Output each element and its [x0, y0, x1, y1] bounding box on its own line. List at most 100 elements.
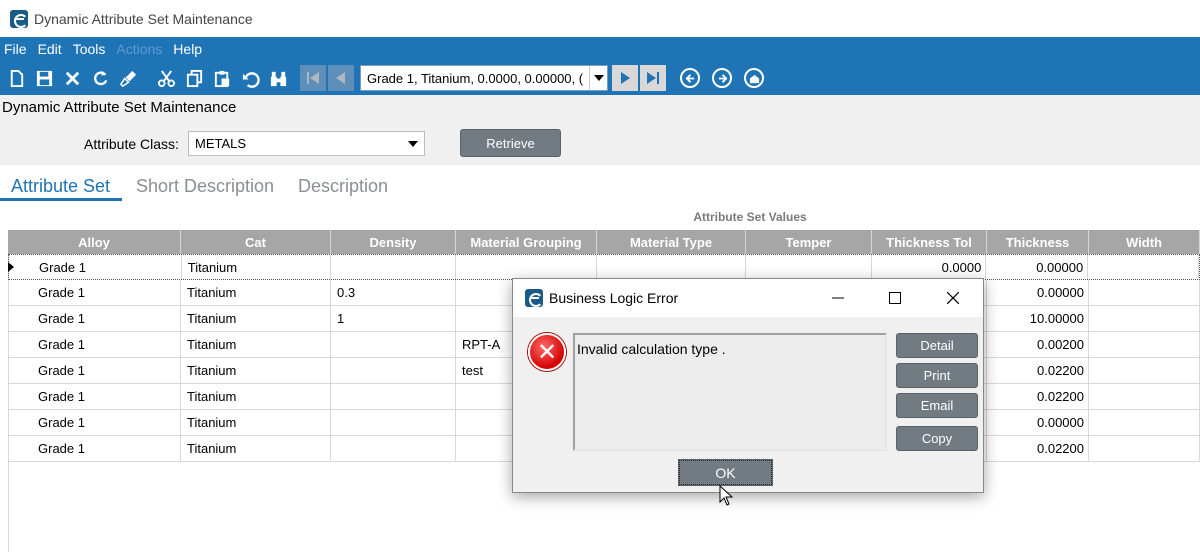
- cell-thickness[interactable]: 0.00200: [987, 332, 1089, 357]
- cell-alloy[interactable]: Grade 1: [8, 410, 181, 435]
- last-record-icon[interactable]: [640, 65, 666, 91]
- cell-thickness[interactable]: 10.00000: [987, 306, 1089, 331]
- attribute-class-label: Attribute Class:: [84, 136, 179, 152]
- paste-icon[interactable]: [210, 66, 234, 90]
- menu-file[interactable]: File: [4, 41, 27, 57]
- cell-material-grouping[interactable]: [456, 255, 598, 279]
- cell-cat[interactable]: Titanium: [181, 410, 331, 435]
- menu-help[interactable]: Help: [173, 41, 202, 57]
- tab-short-description[interactable]: Short Description: [136, 176, 274, 197]
- cell-density[interactable]: [331, 384, 456, 409]
- forward-icon[interactable]: [712, 68, 732, 88]
- cell-density[interactable]: [331, 436, 456, 461]
- column-header-alloy[interactable]: Alloy: [8, 230, 181, 254]
- home-icon[interactable]: [744, 68, 764, 88]
- chevron-down-icon[interactable]: [402, 140, 424, 147]
- column-header-material-grouping[interactable]: Material Grouping: [456, 230, 597, 254]
- print-button[interactable]: Print: [896, 363, 978, 388]
- email-button[interactable]: Email: [896, 393, 978, 418]
- grid-header-row: Alloy Cat Density Material Grouping Mate…: [8, 230, 1200, 254]
- copy-button[interactable]: Copy: [896, 426, 978, 451]
- cell-density[interactable]: 1: [331, 306, 456, 331]
- cell-cat[interactable]: Titanium: [182, 255, 332, 279]
- column-header-thickness-tol[interactable]: Thickness Tol: [872, 230, 987, 254]
- cell-thickness[interactable]: 0.00000: [987, 280, 1089, 305]
- cell-width[interactable]: [1089, 306, 1200, 331]
- cell-alloy[interactable]: Grade 1: [9, 255, 182, 279]
- maximize-icon[interactable]: [884, 287, 906, 309]
- cell-density[interactable]: 0.3: [331, 280, 456, 305]
- column-header-temper[interactable]: Temper: [746, 230, 872, 254]
- cell-alloy[interactable]: Grade 1: [8, 384, 181, 409]
- refresh-icon[interactable]: [88, 66, 112, 90]
- cell-temper[interactable]: [746, 255, 872, 279]
- record-selector-value: Grade 1, Titanium, 0.0000, 0.00000, (: [367, 70, 584, 86]
- minimize-icon[interactable]: [827, 287, 849, 309]
- cut-icon[interactable]: [154, 66, 178, 90]
- cell-width[interactable]: [1089, 332, 1200, 357]
- table-row[interactable]: Grade 1 Titanium 0.0000 0.00000: [8, 254, 1200, 280]
- cell-width[interactable]: [1088, 255, 1199, 279]
- attribute-class-select[interactable]: METALS: [188, 131, 425, 156]
- error-icon: ✕: [528, 333, 566, 371]
- retrieve-button[interactable]: Retrieve: [460, 129, 561, 157]
- active-tab-indicator: [0, 198, 122, 201]
- chevron-down-icon[interactable]: [589, 66, 607, 90]
- cell-alloy[interactable]: Grade 1: [8, 280, 181, 305]
- column-header-thickness[interactable]: Thickness: [987, 230, 1089, 254]
- back-icon[interactable]: [680, 68, 700, 88]
- cell-width[interactable]: [1089, 358, 1200, 383]
- cell-thickness[interactable]: 0.02200: [987, 358, 1089, 383]
- cell-width[interactable]: [1089, 280, 1200, 305]
- cell-density[interactable]: [331, 358, 456, 383]
- prev-record-icon[interactable]: [328, 65, 354, 91]
- cell-cat[interactable]: Titanium: [181, 358, 331, 383]
- cell-cat[interactable]: Titanium: [181, 280, 331, 305]
- cell-thickness-tol[interactable]: 0.0000: [872, 255, 987, 279]
- cell-width[interactable]: [1089, 410, 1200, 435]
- close-icon[interactable]: [942, 287, 964, 309]
- dialog-logo-icon: [525, 289, 543, 307]
- dialog-title-bar: Business Logic Error: [513, 279, 983, 317]
- cell-width[interactable]: [1089, 384, 1200, 409]
- cell-cat[interactable]: Titanium: [181, 306, 331, 331]
- column-header-density[interactable]: Density: [331, 230, 456, 254]
- cell-alloy[interactable]: Grade 1: [8, 436, 181, 461]
- menu-tools[interactable]: Tools: [73, 41, 106, 57]
- column-header-width[interactable]: Width: [1089, 230, 1200, 254]
- cell-density[interactable]: [331, 332, 456, 357]
- cell-alloy[interactable]: Grade 1: [8, 332, 181, 357]
- cell-material-type[interactable]: [597, 255, 746, 279]
- grid-group-header: Attribute Set Values: [693, 210, 807, 224]
- cell-cat[interactable]: Titanium: [181, 384, 331, 409]
- save-icon[interactable]: [32, 66, 56, 90]
- undo-icon[interactable]: [238, 66, 262, 90]
- cell-thickness[interactable]: 0.02200: [987, 384, 1089, 409]
- menu-edit[interactable]: Edit: [38, 41, 62, 57]
- cell-cat[interactable]: Titanium: [181, 332, 331, 357]
- first-record-icon[interactable]: [300, 65, 326, 91]
- copy-icon[interactable]: [182, 66, 206, 90]
- new-icon[interactable]: [4, 66, 28, 90]
- cell-thickness[interactable]: 0.02200: [987, 436, 1089, 461]
- tab-description[interactable]: Description: [298, 176, 388, 197]
- cell-alloy[interactable]: Grade 1: [8, 358, 181, 383]
- tab-attribute-set[interactable]: Attribute Set: [11, 176, 110, 197]
- clear-icon[interactable]: [116, 66, 140, 90]
- record-selector[interactable]: Grade 1, Titanium, 0.0000, 0.00000, (: [360, 65, 608, 91]
- cell-thickness[interactable]: 0.00000: [986, 255, 1089, 279]
- dialog-title: Business Logic Error: [549, 290, 679, 306]
- cell-thickness[interactable]: 0.00000: [987, 410, 1089, 435]
- cell-cat[interactable]: Titanium: [181, 436, 331, 461]
- column-header-cat[interactable]: Cat: [181, 230, 331, 254]
- next-record-icon[interactable]: [612, 65, 638, 91]
- cell-density[interactable]: [331, 410, 456, 435]
- delete-icon[interactable]: [60, 66, 84, 90]
- column-header-material-type[interactable]: Material Type: [597, 230, 746, 254]
- cell-density[interactable]: [331, 255, 457, 279]
- cell-width[interactable]: [1089, 436, 1200, 461]
- detail-button[interactable]: Detail: [896, 333, 978, 358]
- cell-alloy[interactable]: Grade 1: [8, 306, 181, 331]
- search-icon[interactable]: [266, 66, 290, 90]
- ok-button[interactable]: OK: [678, 459, 773, 486]
